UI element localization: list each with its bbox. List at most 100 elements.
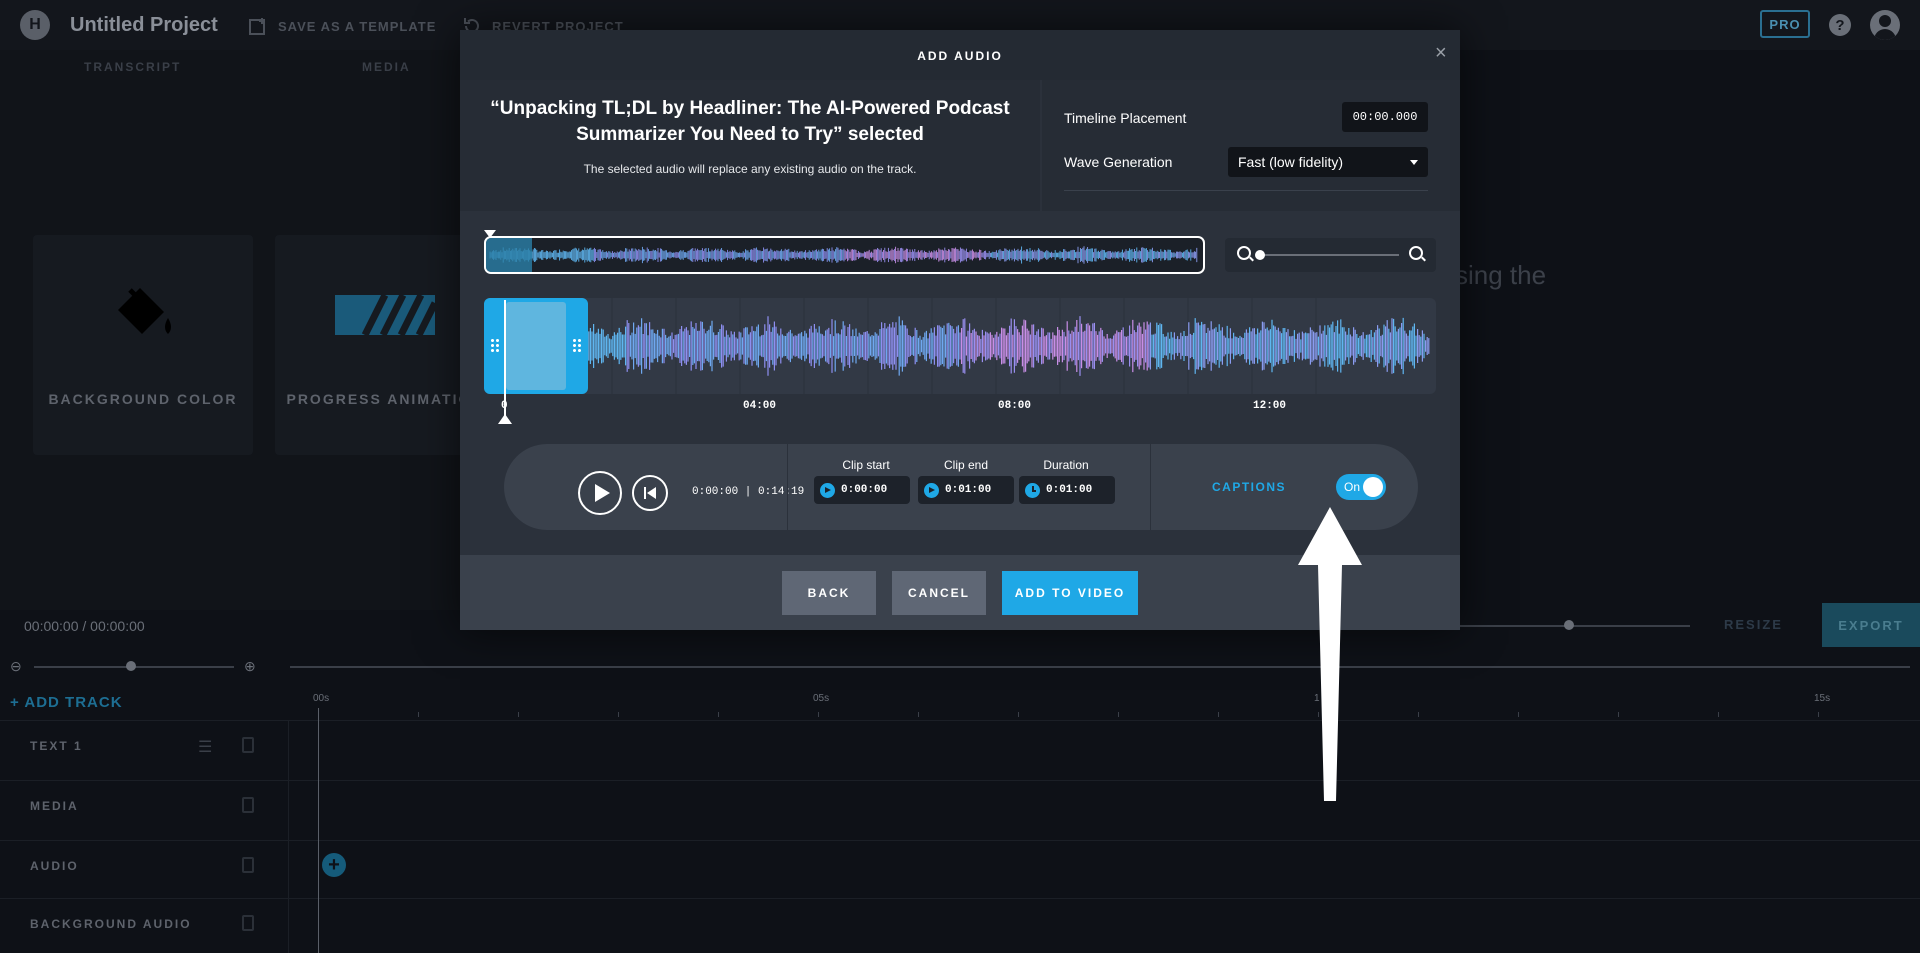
play-circle-icon: [820, 482, 835, 498]
clock-icon: [1025, 482, 1040, 498]
pill-divider: [787, 444, 788, 530]
zoom-in-icon[interactable]: ⊕: [244, 658, 256, 675]
clip-start-label: Clip start: [842, 458, 890, 472]
overview-selection[interactable]: [486, 238, 532, 272]
volume-slider[interactable]: [1460, 625, 1690, 627]
paint-bucket-icon: [118, 288, 171, 334]
clip-selection[interactable]: [484, 298, 588, 394]
annotation-arrow-icon: [1298, 507, 1362, 801]
zoom-out-icon[interactable]: ⊖: [10, 658, 22, 675]
time-axis-label: 08:00: [998, 400, 1032, 412]
toggle-knob: [1363, 477, 1383, 497]
modal-header: ADD AUDIO ×: [460, 30, 1460, 80]
clip-end-grip-icon[interactable]: [572, 338, 582, 354]
tab-transcript[interactable]: TRANSCRIPT: [84, 60, 181, 74]
cancel-button[interactable]: CANCEL: [892, 571, 986, 615]
timeline-ruler[interactable]: 00s 05s 1 15s: [288, 690, 1920, 720]
ruler-label: 15s: [1814, 693, 1831, 704]
progress-stripes-icon: [335, 295, 435, 335]
ruler-tick: [518, 712, 519, 717]
trash-icon[interactable]: [242, 915, 254, 931]
template-icon: [249, 18, 265, 35]
add-to-video-button[interactable]: ADD TO VIDEO: [1002, 571, 1138, 615]
time-axis-label: 04:00: [743, 400, 777, 412]
wave-generation-select[interactable]: Fast (low fidelity): [1228, 147, 1428, 177]
user-avatar-icon[interactable]: [1870, 10, 1900, 40]
audio-settings: Timeline Placement 00:00.000 Wave Genera…: [1042, 80, 1460, 211]
track-settings-icon[interactable]: ☰: [198, 737, 212, 757]
playback-controls: 0:00:00 | 0:14:19 Clip start 0:00:00 Cli…: [504, 444, 1418, 530]
timeline-placement-input[interactable]: 00:00.000: [1342, 102, 1428, 132]
clip-start-grip-icon[interactable]: [490, 338, 500, 354]
back-button[interactable]: BACK: [782, 571, 876, 615]
save-as-template-button[interactable]: SAVE AS A TEMPLATE: [248, 16, 436, 36]
track-label: MEDIA: [30, 799, 79, 813]
trash-icon[interactable]: [242, 857, 254, 873]
trash-icon[interactable]: [242, 797, 254, 813]
background-heading-fragment: sing the: [1455, 260, 1547, 290]
timeline-zoom-knob[interactable]: [126, 661, 136, 671]
duration-field[interactable]: 0:01:00: [1019, 476, 1115, 504]
app-logo[interactable]: H: [20, 10, 50, 40]
ruler-tick: [1718, 712, 1719, 717]
replace-audio-note: The selected audio will replace any exis…: [583, 162, 917, 176]
waveform-zoom-control: [1225, 238, 1436, 272]
track-row-media[interactable]: MEDIA: [0, 780, 1920, 840]
close-icon[interactable]: ×: [1435, 43, 1447, 63]
ruler-tick: [618, 712, 619, 717]
clip-start-value: 0:00:00: [841, 484, 888, 496]
ruler-tick: [1818, 712, 1819, 717]
track-row-text-1[interactable]: TEXT 1 ☰: [0, 720, 1920, 780]
ruler-tick: [1418, 712, 1419, 717]
clip-start-field[interactable]: 0:00:00: [814, 476, 910, 504]
timeline-scrollbar[interactable]: [290, 666, 1910, 668]
waveform-overview[interactable]: [484, 236, 1205, 274]
tab-media[interactable]: MEDIA: [362, 60, 411, 74]
ruler-tick: [1018, 712, 1019, 717]
ruler-tick: [1218, 712, 1219, 717]
main-waveform: [547, 298, 1430, 394]
clip-end-field[interactable]: 0:01:00: [918, 476, 1014, 504]
timeline-playhead[interactable]: [318, 708, 319, 953]
wave-generation-label: Wave Generation: [1064, 154, 1173, 170]
ruler-tick: [1618, 712, 1619, 717]
skip-back-button[interactable]: [632, 475, 668, 511]
add-audio-plus-icon[interactable]: +: [322, 853, 346, 877]
zoom-out-icon[interactable]: [1237, 246, 1251, 260]
ruler-tick: [1518, 712, 1519, 717]
play-button[interactable]: [578, 471, 622, 515]
resize-button[interactable]: RESIZE: [1724, 617, 1783, 632]
track-label: AUDIO: [30, 859, 79, 873]
ruler-label: 05s: [813, 693, 830, 704]
chevron-down-icon: [1410, 160, 1418, 165]
zoom-in-icon[interactable]: [1409, 246, 1423, 260]
timeline-zoom-row: ⊖ ⊕: [0, 655, 1920, 680]
time-axis-label: 0: [501, 400, 508, 412]
episode-title: “Unpacking TL;DL by Headliner: The AI-Po…: [490, 98, 1010, 145]
volume-slider-knob[interactable]: [1564, 620, 1574, 630]
waveform-playhead-marker[interactable]: [498, 414, 512, 424]
time-axis-label: 12:00: [1253, 400, 1287, 412]
duration-label: Duration: [1043, 458, 1089, 472]
save-as-template-label: SAVE AS A TEMPLATE: [278, 18, 437, 34]
captions-toggle[interactable]: On: [1336, 474, 1386, 500]
clip-selection-region: [506, 302, 566, 390]
ruler-tick: [718, 712, 719, 717]
add-track-button[interactable]: + ADD TRACK: [10, 694, 123, 711]
pro-badge[interactable]: PRO: [1760, 10, 1810, 38]
waveform-zoom-knob[interactable]: [1255, 250, 1265, 260]
selected-audio-info: “Unpacking TL;DL by Headliner: The AI-Po…: [460, 80, 1040, 211]
waveform-editor[interactable]: [484, 298, 1436, 394]
background-color-tile[interactable]: BACKGROUND COLOR: [33, 235, 253, 455]
ruler-tick: [918, 712, 919, 717]
export-button[interactable]: EXPORT: [1822, 603, 1920, 647]
field-divider: [1064, 190, 1428, 191]
waveform-zoom-slider[interactable]: [1259, 254, 1399, 256]
player-time-readout: 00:00:00 / 00:00:00: [24, 618, 145, 634]
trash-icon[interactable]: [242, 737, 254, 753]
help-icon[interactable]: ?: [1829, 14, 1851, 36]
track-row-audio[interactable]: AUDIO: [0, 840, 1920, 900]
captions-toggle-state: On: [1344, 480, 1361, 494]
track-row-background-audio[interactable]: BACKGROUND AUDIO: [0, 898, 1920, 953]
project-title[interactable]: Untitled Project: [70, 14, 218, 37]
